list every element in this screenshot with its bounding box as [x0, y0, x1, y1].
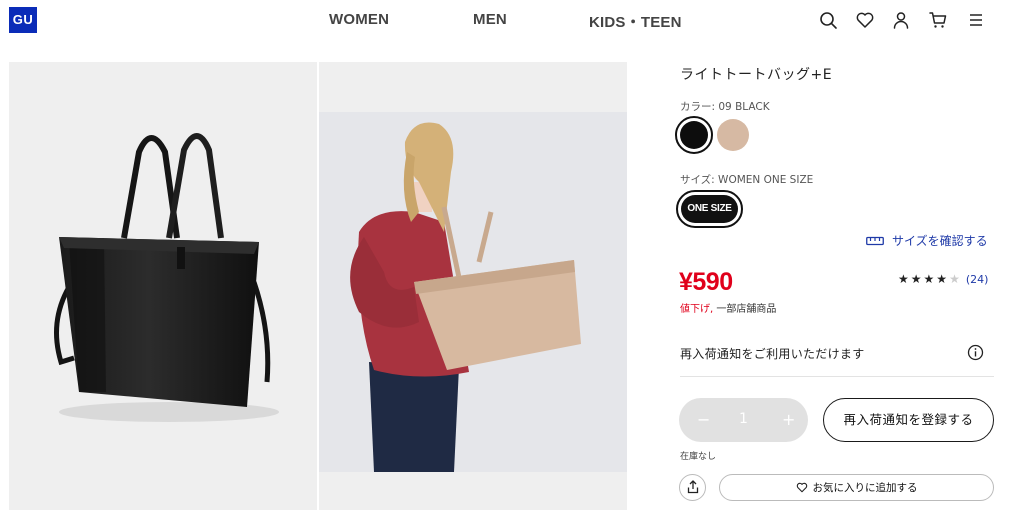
nav-women[interactable]: WOMEN: [329, 11, 389, 28]
info-icon[interactable]: [967, 344, 984, 361]
model-photo: [319, 112, 627, 472]
color-swatch-black[interactable]: [675, 116, 713, 154]
quantity-plus-button[interactable]: +: [782, 410, 795, 429]
size-check-label: サイズを確認する: [892, 234, 988, 248]
user-icon[interactable]: [891, 10, 911, 30]
gu-logo[interactable]: GU: [9, 7, 37, 33]
heart-icon: [796, 482, 807, 493]
product-image-model[interactable]: [319, 62, 627, 510]
divider: [680, 376, 994, 377]
star-icon-filled: ★: [910, 272, 922, 286]
product-title: ライトトートバッグ+E: [680, 67, 833, 83]
cart-icon[interactable]: [928, 10, 948, 30]
add-to-favorites-button[interactable]: お気に入りに追加する: [719, 474, 994, 501]
quantity-value: 1: [739, 411, 748, 427]
menu-icon[interactable]: [966, 10, 986, 30]
restock-message: 再入荷通知をご利用いただけます: [680, 347, 865, 361]
quantity-minus-button[interactable]: −: [697, 410, 710, 429]
size-option-one-size[interactable]: ONE SIZE: [676, 190, 743, 228]
price-store-note: 一部店舗商品: [716, 304, 777, 315]
color-label: カラー: 09 BLACK: [680, 101, 770, 113]
search-icon[interactable]: [818, 10, 838, 30]
star-icon-empty: ★: [949, 272, 960, 286]
price-reduced-label: 値下げ,: [680, 304, 714, 315]
price: ¥590: [679, 268, 733, 296]
add-to-favorites-label: お気に入りに追加する: [812, 482, 918, 494]
stock-status: 在庫なし: [680, 452, 717, 462]
star-icon-filled: ★: [923, 272, 935, 286]
star-icon-filled: ★: [936, 272, 948, 286]
size-label: サイズ: WOMEN ONE SIZE: [680, 174, 814, 186]
price-note: 値下げ, 一部店舗商品: [680, 300, 776, 315]
ruler-icon: [866, 236, 884, 245]
rating[interactable]: ★ ★ ★ ★ ★ (24): [898, 272, 988, 286]
color-swatch-beige[interactable]: [717, 119, 749, 151]
review-count[interactable]: (24): [966, 273, 989, 286]
heart-icon[interactable]: [855, 10, 875, 30]
restock-notify-button[interactable]: 再入荷通知を登録する: [823, 398, 994, 442]
nav-men[interactable]: MEN: [473, 11, 507, 28]
quantity-stepper: − 1 +: [679, 398, 808, 442]
share-icon: [687, 480, 699, 494]
black-tote-illustration: [54, 133, 279, 422]
nav-kids-teen[interactable]: KIDS・TEEN: [589, 11, 682, 32]
size-option-label: ONE SIZE: [681, 195, 738, 223]
size-check-link[interactable]: サイズを確認する: [866, 232, 988, 249]
star-icon-filled: ★: [898, 272, 909, 286]
product-image-black-bag[interactable]: [9, 62, 317, 510]
swatch-fill-black: [680, 121, 708, 149]
model-with-beige-tote-illustration: [350, 122, 581, 472]
site-header: GU WOMEN MEN KIDS・TEEN: [0, 0, 1024, 42]
share-button[interactable]: [679, 474, 706, 501]
